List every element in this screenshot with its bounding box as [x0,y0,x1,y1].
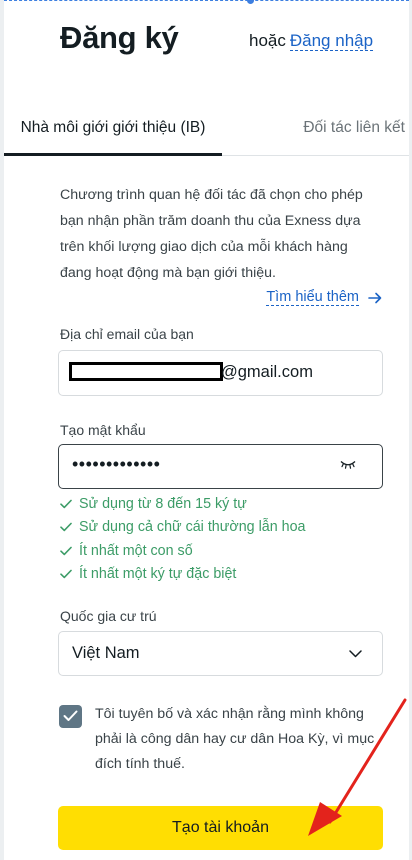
eye-closed-icon[interactable] [340,460,356,469]
checkmark-icon [63,710,78,721]
check-icon [60,546,72,555]
email-label: Địa chỉ email của bạn [60,326,194,342]
redacted-email-box [69,362,223,381]
list-item: Sử dụng cả chữ cái thường lẫn hoa [60,516,305,540]
learn-more-label: Tìm hiểu thêm [266,289,359,306]
top-dashed-edge [4,0,409,1]
rule-text: Ít nhất một con số [79,542,193,559]
country-selected-value: Việt Nam [72,644,140,662]
check-icon [60,522,72,532]
check-icon [60,569,72,579]
top-handle-dot [247,0,254,4]
password-masked-value: ••••••••••••• [72,454,161,474]
partner-type-tabs: Nhà môi giới giới thiệu (IB) Đối tác liê… [4,110,409,156]
login-prompt: hoặc Đăng nhập [249,31,374,51]
list-item: Ít nhất một con số [60,539,305,563]
password-input[interactable]: ••••••••••••• [58,444,383,489]
tab-affiliate-partner[interactable]: Đối tác liên kết [222,110,409,156]
consent-checkbox[interactable] [59,705,82,728]
chevron-down-icon [349,650,362,658]
list-item: Sử dụng từ 8 đến 15 ký tự [60,492,305,516]
country-select[interactable]: Việt Nam [58,631,383,676]
email-input[interactable]: @gmail.com [58,350,383,396]
password-label: Tạo mật khẩu [60,422,146,438]
rule-text: Ít nhất một ký tự đặc biệt [79,566,237,583]
rule-text: Sử dụng từ 8 đến 15 ký tự [79,495,247,512]
password-rules-list: Sử dụng từ 8 đến 15 ký tự Sử dụng cả chữ… [60,492,305,586]
learn-more-link[interactable]: Tìm hiểu thêm [266,289,382,306]
or-text: hoặc [249,31,286,50]
login-link[interactable]: Đăng nhập [289,31,374,51]
country-label: Quốc gia cư trú [60,608,157,624]
red-arrow-annotation [308,698,407,836]
check-icon [60,499,72,508]
list-item: Ít nhất một ký tự đặc biệt [60,563,305,587]
email-domain-text: @gmail.com [221,363,313,381]
rule-text: Sử dụng cả chữ cái thường lẫn hoa [79,519,306,536]
program-description: Chương trình quan hệ đối tác đã chọn cho… [60,187,363,281]
tab-introducing-broker[interactable]: Nhà môi giới giới thiệu (IB) [4,110,222,156]
arrow-right-icon [368,292,382,303]
page-title: Đăng ký [60,20,179,55]
